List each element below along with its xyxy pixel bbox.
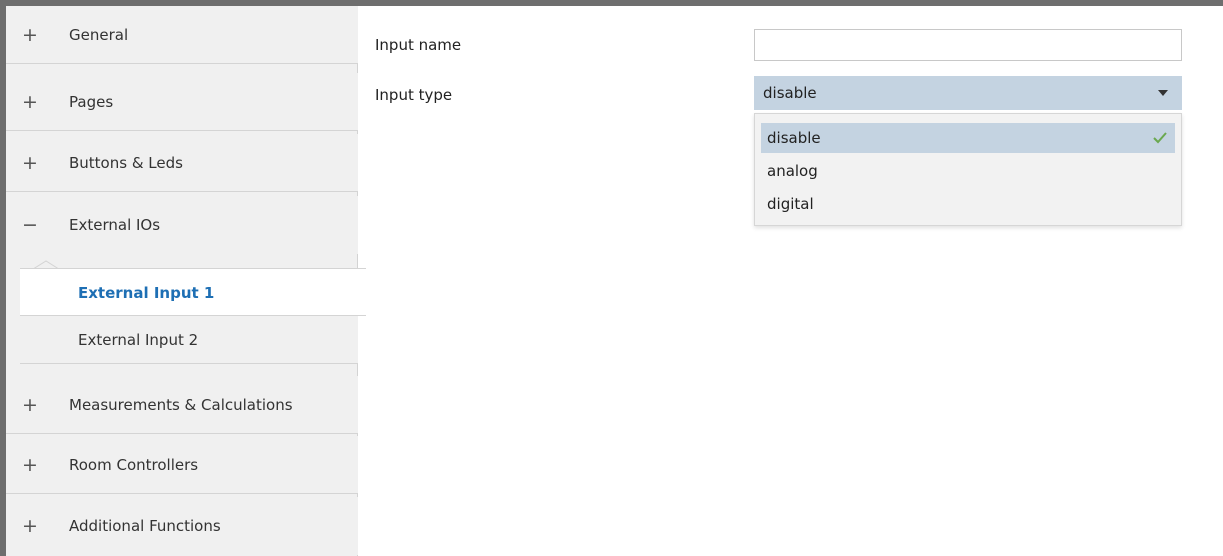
sidebar-item-pages[interactable]: + Pages [6,73,358,131]
plus-icon: + [22,394,38,416]
chevron-down-icon[interactable] [1158,90,1168,96]
sidebar-item-additional-functions[interactable]: + Additional Functions [6,497,358,555]
sidebar-subitem-external-input-2[interactable]: External Input 2 [20,316,358,364]
option-label: analog [767,162,818,180]
input-name-label: Input name [375,36,462,54]
option-label: disable [767,129,821,147]
sidebar-subitem-label: External Input 2 [78,331,199,349]
input-type-dropdown-list: disable analog digital [754,113,1182,226]
check-icon [1153,132,1167,144]
sidebar-item-general[interactable]: + General [6,6,358,64]
sidebar-item-label: General [69,26,129,44]
sidebar-item-label: Measurements & Calculations [69,396,293,414]
option-digital[interactable]: digital [761,189,1175,219]
input-name-field[interactable] [754,29,1182,61]
sidebar-item-label: Room Controllers [69,456,199,474]
minus-icon: − [22,214,38,236]
plus-icon: + [22,152,38,174]
input-type-label: Input type [375,86,453,104]
sidebar-item-label: External IOs [69,216,161,234]
sidebar-item-label: Pages [69,93,114,111]
sidebar-subitem-label: External Input 1 [78,284,215,302]
input-type-select[interactable]: disable [754,76,1182,110]
sidebar-item-measurements-calculations[interactable]: + Measurements & Calculations [6,376,358,434]
sidebar: + General + Pages + Buttons & Leds − Ext… [6,6,366,556]
sidebar-subitem-external-input-1[interactable]: External Input 1 [20,268,366,316]
sidebar-item-label: Buttons & Leds [69,154,183,172]
option-analog[interactable]: analog [761,156,1175,186]
sidebar-item-buttons-leds[interactable]: + Buttons & Leds [6,134,358,192]
plus-icon: + [22,91,38,113]
plus-icon: + [22,515,38,537]
option-disable[interactable]: disable [761,123,1175,153]
option-label: digital [767,195,814,213]
input-type-selected-value: disable [763,84,817,102]
plus-icon: + [22,24,38,46]
plus-icon: + [22,454,38,476]
sidebar-item-external-ios[interactable]: − External IOs [6,196,358,254]
sidebar-item-room-controllers[interactable]: + Room Controllers [6,436,358,494]
sidebar-item-label: Additional Functions [69,517,221,535]
